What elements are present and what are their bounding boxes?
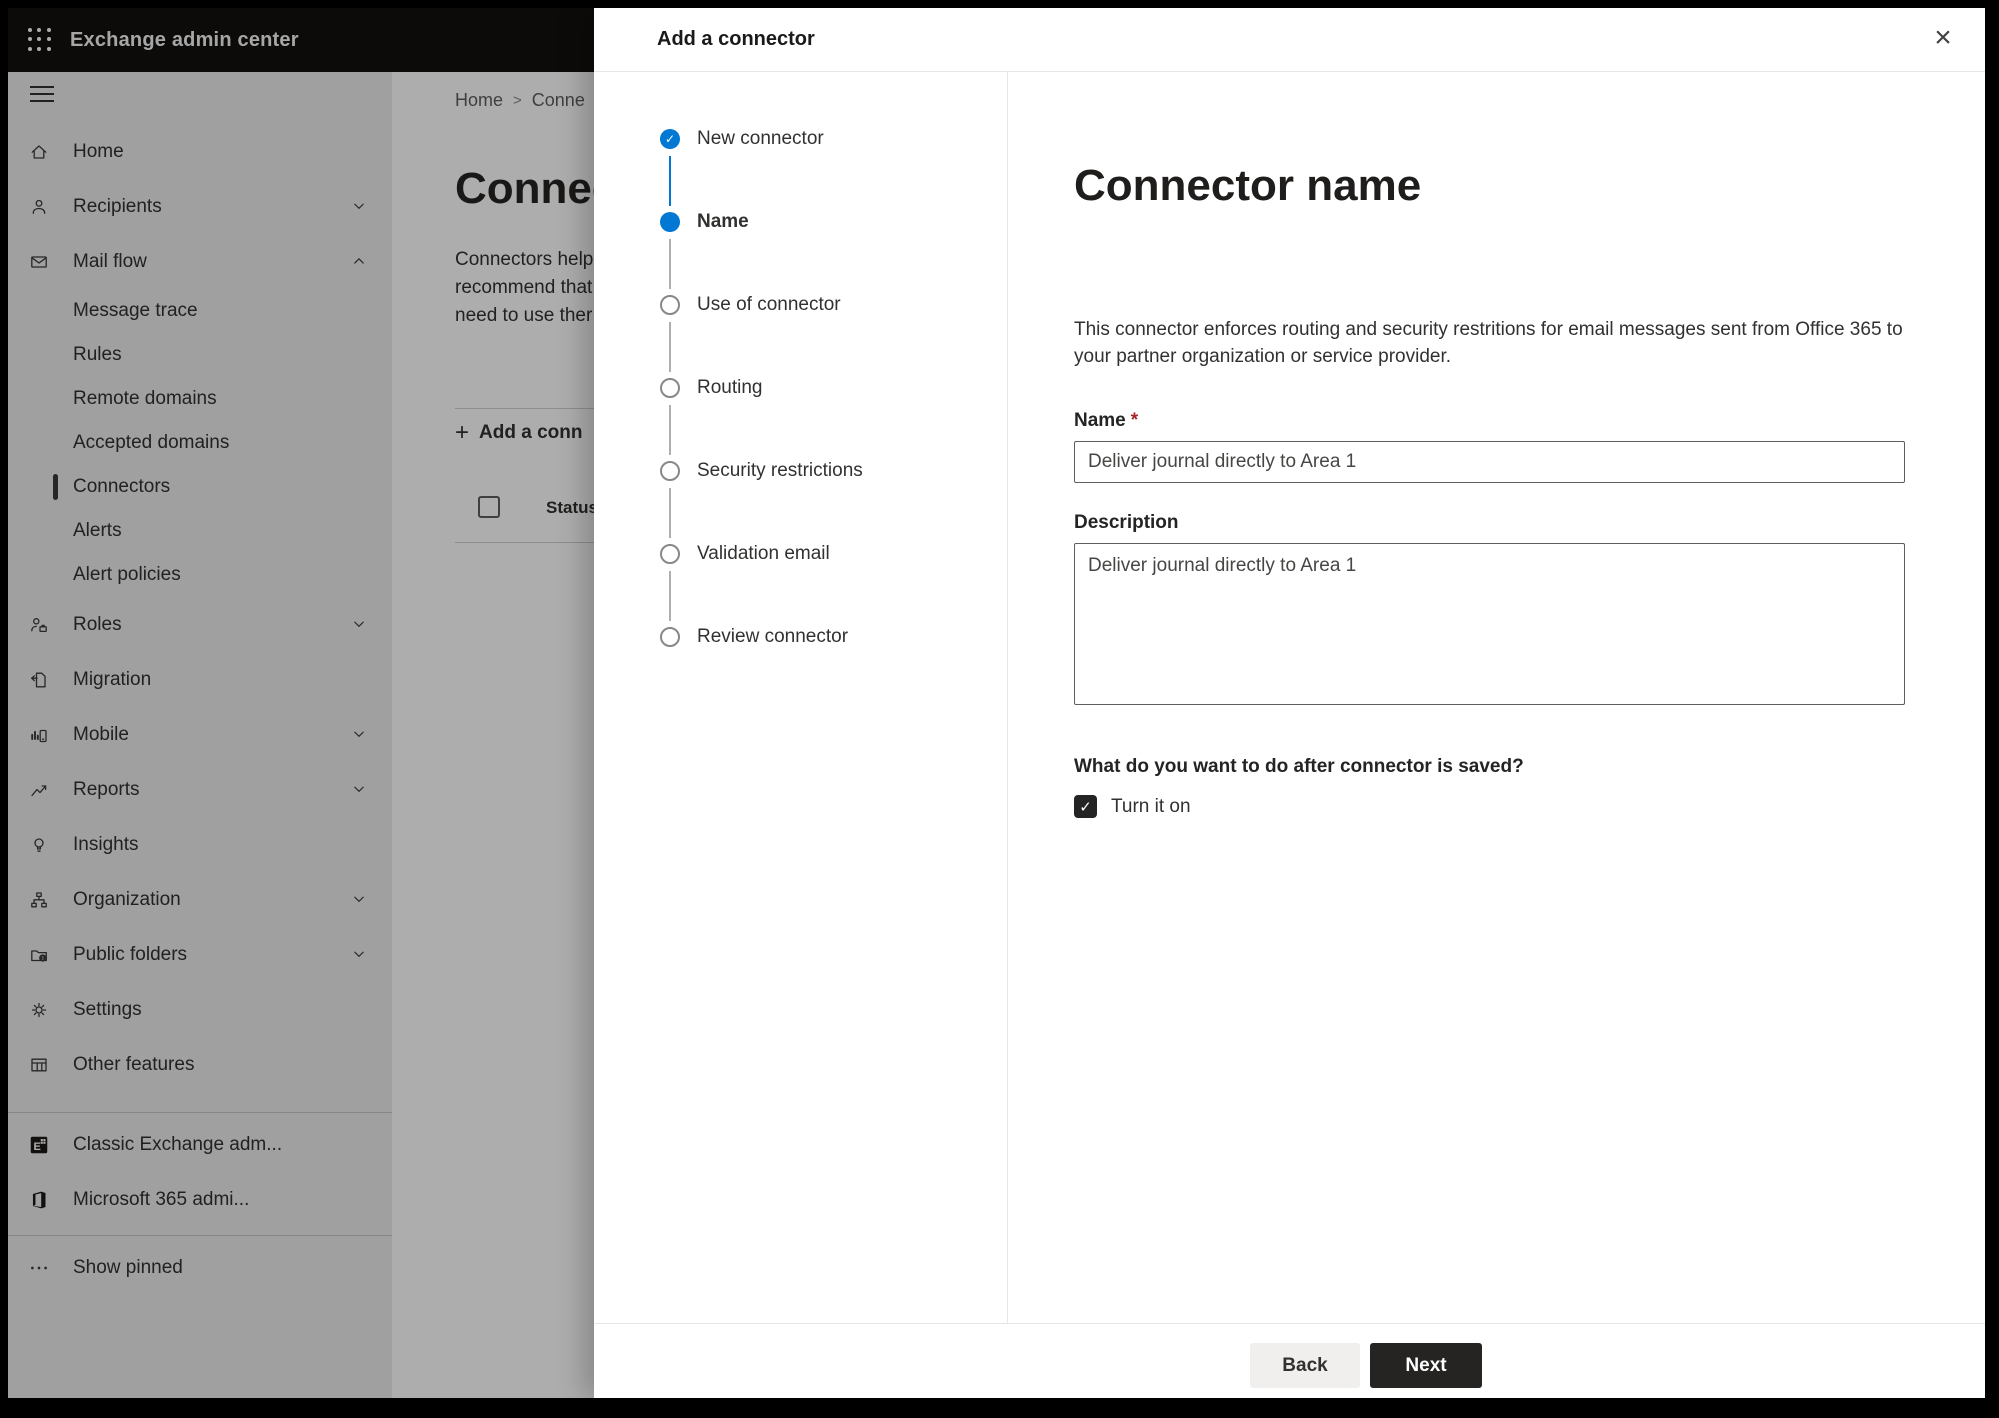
next-button[interactable]: Next [1370,1343,1482,1388]
step-todo-icon [660,378,680,398]
step-label: Use of connector [697,294,841,315]
step-current-icon [660,212,680,232]
description-field-label: Description [1074,512,1179,533]
step-connector-line [669,405,671,455]
screen: Exchange admin center Home Recipients Mail… [8,8,1985,1398]
back-button[interactable]: Back [1250,1343,1360,1388]
dialog-content: Connector name This connector enforces r… [1008,72,1919,1323]
wizard-step-review-connector[interactable]: Review connector [660,627,1007,710]
dialog-title: Add a connector [657,28,815,50]
wizard-step-new-connector[interactable]: ✓ New connector [660,129,1007,212]
step-connector-line [669,488,671,538]
wizard-step-use-of-connector[interactable]: Use of connector [660,295,1007,378]
turn-it-on-label: Turn it on [1111,795,1191,817]
step-label: Routing [697,377,763,398]
step-todo-icon [660,461,680,481]
wizard-step-routing[interactable]: Routing [660,378,1007,461]
step-todo-icon [660,544,680,564]
step-connector-line [669,239,671,289]
name-field-label: Name * [1074,410,1139,431]
required-marker: * [1130,410,1139,431]
turn-it-on-checkbox-row[interactable]: ✓ Turn it on [1074,795,1919,818]
close-icon[interactable]: × [1923,18,1963,58]
step-connector-line [669,571,671,621]
step-label: New connector [697,128,824,149]
step-label: Review connector [697,626,849,647]
wizard-step-security-restrictions[interactable]: Security restrictions [660,461,1007,544]
wizard-step-validation-email[interactable]: Validation email [660,544,1007,627]
step-description: This connector enforces routing and secu… [1074,319,1903,367]
checkbox-checked-icon[interactable]: ✓ [1074,795,1097,818]
dialog-body: ✓ New connector Name Use of connector Routin… [594,72,1985,1323]
step-connector-line [669,322,671,372]
add-connector-dialog: Add a connector × ✓ New connector Name Use … [594,8,1985,1398]
step-todo-icon [660,295,680,315]
dialog-header: Add a connector × [594,8,1985,72]
step-completed-icon: ✓ [660,129,680,149]
description-textarea[interactable]: Deliver journal directly to Area 1 [1074,543,1905,705]
step-label: Validation email [697,543,830,564]
wizard-step-name[interactable]: Name [660,212,1007,295]
after-save-question: What do you want to do after connector i… [1074,756,1524,777]
step-todo-icon [660,627,680,647]
dialog-footer: Back Next [594,1323,1985,1398]
step-connector-line [669,156,671,206]
step-label: Security restrictions [697,460,863,481]
step-label: Name [697,211,749,232]
wizard-stepper: ✓ New connector Name Use of connector Routin… [594,72,1008,1323]
step-heading: Connector name [1074,161,1422,210]
name-input[interactable] [1074,441,1905,483]
